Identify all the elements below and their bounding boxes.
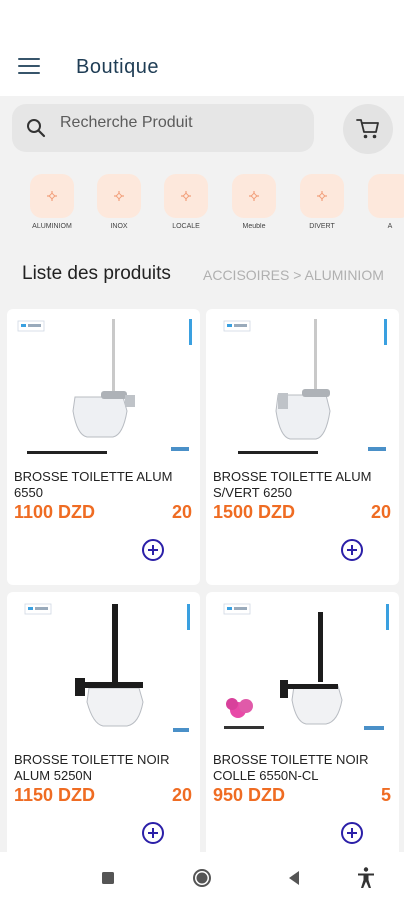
category-label: LOCALE — [172, 223, 200, 230]
cart-icon — [356, 119, 379, 139]
category-item[interactable]: A — [360, 172, 404, 238]
category-label: ALUMINIOM — [32, 223, 72, 230]
app-bar: Boutique — [0, 0, 404, 96]
category-tile — [97, 174, 141, 218]
category-tile — [164, 174, 208, 218]
product-name: BROSSE TOILETTE NOIR COLLE 6550N-CL — [213, 752, 369, 783]
product-stock: 20 — [171, 785, 192, 805]
category-placeholder-icon — [47, 191, 57, 201]
product-card[interactable]: BROSSE TOILETTE NOIR COLLE 6550N-CL 950 … — [206, 592, 399, 852]
product-price: 1500 DZD — [213, 502, 296, 522]
product-stock: 20 — [171, 502, 192, 522]
category-item[interactable]: DIVERT — [292, 172, 352, 238]
category-tile — [30, 174, 74, 218]
category-item[interactable]: ALUMINIOM — [22, 172, 82, 238]
product-price: 1100 DZD — [14, 502, 96, 522]
category-item[interactable]: Meuble — [224, 172, 284, 238]
plus-circle-icon[interactable] — [141, 821, 165, 845]
category-placeholder-icon — [181, 191, 191, 201]
main-content: ALUMINIOM INOX LOCALE Meuble DIVERT — [0, 96, 404, 852]
category-label: A — [387, 223, 393, 230]
category-label: DIVERT — [309, 223, 335, 230]
product-list-title: Liste des produits — [22, 263, 171, 284]
product-image — [15, 315, 192, 455]
menu-icon[interactable] — [18, 58, 40, 76]
product-card[interactable]: BROSSE TOILETTE ALUM S/VERT 6250 1500 DZ… — [206, 309, 399, 585]
category-item[interactable]: LOCALE — [156, 172, 216, 238]
product-name: BROSSE TOILETTE ALUM 6550 — [14, 469, 173, 500]
product-stock: 20 — [370, 502, 391, 522]
category-label: Meuble — [242, 223, 266, 230]
category-tile — [368, 174, 404, 218]
square-icon[interactable] — [96, 866, 120, 890]
search-input[interactable] — [60, 104, 300, 152]
back-triangle-icon[interactable] — [282, 866, 306, 890]
product-name: BROSSE TOILETTE ALUM S/VERT 6250 — [213, 469, 372, 500]
plus-circle-icon[interactable] — [340, 821, 364, 845]
system-nav-bar — [0, 852, 404, 900]
category-item[interactable]: INOX — [89, 172, 149, 238]
circle-icon[interactable] — [190, 866, 214, 890]
plus-circle-icon[interactable] — [141, 538, 165, 562]
search-bar[interactable] — [12, 104, 314, 152]
page-title: Boutique — [76, 56, 159, 78]
product-stock: 5 — [380, 785, 391, 805]
breadcrumb[interactable]: ACCISOIRES > ALUMINIOM — [203, 267, 384, 283]
product-card[interactable]: BROSSE TOILETTE NOIR ALUM 5250N 1150 DZD… — [7, 592, 200, 852]
product-image — [214, 315, 391, 455]
category-tile — [300, 174, 344, 218]
plus-circle-icon[interactable] — [340, 538, 364, 562]
product-card[interactable]: BROSSE TOILETTE ALUM 6550 1100 DZD 20 — [7, 309, 200, 585]
product-price: 1150 DZD — [14, 785, 96, 805]
search-icon — [27, 119, 46, 138]
cart-button[interactable] — [343, 104, 393, 154]
product-name: BROSSE TOILETTE NOIR ALUM 5250N — [14, 752, 170, 783]
accessibility-icon[interactable] — [354, 866, 378, 890]
category-label: INOX — [110, 223, 128, 230]
category-placeholder-icon — [114, 191, 124, 201]
category-placeholder-icon — [249, 191, 259, 201]
product-image — [214, 598, 391, 738]
category-list: ALUMINIOM INOX LOCALE Meuble DIVERT A — [0, 172, 404, 238]
category-placeholder-icon — [317, 191, 327, 201]
product-image — [15, 598, 192, 738]
category-tile — [232, 174, 276, 218]
product-price: 950 DZD — [213, 785, 286, 805]
